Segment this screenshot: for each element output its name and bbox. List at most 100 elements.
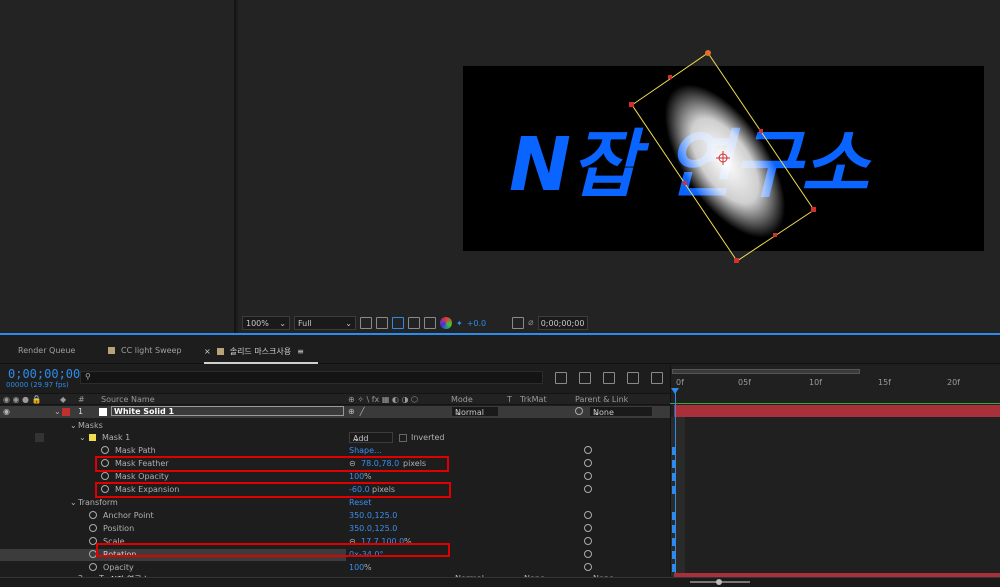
draft-3d-icon[interactable] — [579, 372, 591, 384]
source-name-header[interactable]: Source Name — [101, 395, 155, 404]
mask1-row[interactable]: ⌄ Mask 1 Add ⌄ Inverted — [0, 432, 670, 444]
mode-header[interactable]: Mode — [451, 395, 473, 404]
opacity-value[interactable]: 100 — [349, 563, 364, 572]
ruler-tick: 0f — [676, 378, 684, 387]
layer-duration-bar[interactable] — [674, 405, 1000, 417]
camera-snapshot-icon[interactable] — [512, 317, 525, 329]
resolution-dropdown[interactable]: Full ⌄ — [294, 316, 356, 330]
mask-switch-icon[interactable] — [35, 433, 44, 442]
tab-cc-light-sweep[interactable]: CC light Sweep — [108, 346, 182, 355]
show-snapshot-icon[interactable]: ⌀ — [528, 318, 533, 328]
twirl-down-icon[interactable]: ⌄ — [79, 433, 86, 442]
keyframe-marker[interactable] — [672, 564, 675, 572]
motion-blur-icon[interactable] — [651, 372, 663, 384]
pickwhip-icon[interactable] — [575, 407, 583, 415]
highlight-mask-feather — [95, 456, 449, 472]
pickwhip-icon[interactable] — [584, 563, 592, 571]
pickwhip-icon[interactable] — [584, 472, 592, 480]
zoom-slider-handle[interactable] — [716, 579, 722, 585]
ruler-tick: 20f — [947, 378, 960, 387]
mask-name[interactable]: Mask 1 — [102, 433, 130, 442]
tab-render-queue[interactable]: Render Queue — [18, 346, 75, 355]
layer-row[interactable]: ◉ ⌄ 1 White Solid 1 ⊕ ╱ Normal ⌄ None ⌄ — [0, 406, 670, 418]
project-panel — [0, 0, 236, 333]
current-time-indicator[interactable] — [675, 392, 676, 587]
grid-guides-icon[interactable] — [424, 317, 436, 329]
keyframe-marker[interactable] — [672, 447, 675, 455]
work-area-bar[interactable] — [672, 369, 860, 374]
close-icon[interactable]: × — [204, 347, 211, 356]
twirl-down-icon[interactable]: ⌄ — [70, 498, 77, 507]
keyframe-marker[interactable] — [672, 460, 675, 468]
keyframe-marker[interactable] — [672, 473, 675, 481]
mask-opacity-value[interactable]: 100 — [349, 472, 364, 481]
keyframe-marker[interactable] — [672, 551, 675, 559]
comp-mini-flowchart-icon[interactable] — [555, 372, 567, 384]
viewer-timecode[interactable]: 0;00;00;00 — [537, 316, 588, 330]
active-tab-underline — [204, 362, 318, 364]
visibility-eye-icon[interactable]: ◉ — [3, 407, 10, 416]
twirl-down-icon[interactable]: ⌄ — [70, 421, 77, 430]
keyframe-marker[interactable] — [672, 525, 675, 533]
color-channel-icon[interactable] — [440, 317, 452, 329]
position-row[interactable]: Position 350.0,125.0 — [0, 523, 670, 535]
keyframe-marker[interactable] — [672, 538, 675, 546]
snapshot-icon[interactable] — [360, 317, 372, 329]
pickwhip-icon[interactable] — [584, 537, 592, 545]
trkmat-header[interactable]: TrkMat — [520, 395, 547, 404]
current-time[interactable]: 0;00;00;00 — [8, 367, 80, 381]
keyframe-marker[interactable] — [672, 512, 675, 520]
layer-mode-dropdown[interactable]: Normal ⌄ — [451, 406, 499, 417]
highlight-rotation — [96, 543, 450, 557]
pickwhip-icon[interactable] — [584, 511, 592, 519]
stopwatch-icon[interactable] — [89, 563, 97, 571]
zoom-dropdown[interactable]: 100% ⌄ — [242, 316, 290, 330]
stopwatch-icon[interactable] — [101, 472, 109, 480]
pickwhip-icon[interactable] — [584, 459, 592, 467]
menu-icon[interactable]: ≡ — [297, 347, 304, 356]
ruler-tick: 05f — [738, 378, 751, 387]
exposure-value[interactable]: +0.0 — [467, 319, 486, 328]
pickwhip-icon[interactable] — [584, 524, 592, 532]
region-of-interest-icon[interactable] — [408, 317, 420, 329]
layer-search-input[interactable]: ⚲ — [80, 371, 543, 384]
mask-mode-dropdown[interactable]: Add ⌄ — [349, 432, 393, 443]
stopwatch-icon[interactable] — [101, 446, 109, 454]
anchor-point-value[interactable]: 350.0,125.0 — [349, 511, 397, 520]
t-header[interactable]: T — [507, 395, 512, 404]
time-ruler[interactable]: 0f 05f 10f 15f 20f — [670, 377, 1000, 391]
property-label: Mask Opacity — [115, 472, 169, 481]
pickwhip-icon[interactable] — [584, 550, 592, 558]
frame-rate: 00000 (29.97 fps) — [6, 381, 69, 389]
comp-icon — [216, 348, 224, 355]
layer-switch-icons[interactable]: ⊕ ╱ — [348, 407, 365, 416]
parent-dropdown[interactable]: None ⌄ — [589, 406, 653, 417]
unit-label: % — [364, 472, 372, 481]
label-color-chip[interactable] — [62, 408, 70, 416]
twirl-down-icon[interactable]: ⌄ — [54, 407, 61, 416]
mask-path-value[interactable]: Shape... — [349, 446, 382, 455]
mask-visibility-icon[interactable] — [392, 317, 404, 329]
position-value[interactable]: 350.0,125.0 — [349, 524, 397, 533]
frame-blending-icon[interactable] — [627, 372, 639, 384]
transparency-grid-icon[interactable] — [376, 317, 388, 329]
property-label: Anchor Point — [103, 511, 154, 520]
layer-name[interactable]: White Solid 1 — [111, 406, 344, 416]
stopwatch-icon[interactable] — [89, 524, 97, 532]
shy-layers-icon[interactable] — [603, 372, 615, 384]
parent-link-header[interactable]: Parent & Link — [575, 395, 628, 404]
keyframe-marker[interactable] — [672, 486, 675, 494]
stopwatch-icon[interactable] — [89, 511, 97, 519]
composition-canvas[interactable]: N잡 연구소 — [463, 66, 984, 251]
masks-group[interactable]: ⌄ Masks — [0, 420, 670, 432]
timeline-track-area[interactable] — [670, 365, 1000, 587]
pickwhip-icon[interactable] — [584, 485, 592, 493]
exposure-icon[interactable]: ✦ — [456, 319, 463, 328]
inverted-checkbox[interactable] — [399, 434, 407, 442]
transform-group[interactable]: ⌄ Transform Reset — [0, 497, 670, 509]
pickwhip-icon[interactable] — [584, 446, 592, 454]
mask-color-chip[interactable] — [89, 434, 96, 441]
tab-active-comp[interactable]: × 솔리드 마스크사용 ≡ — [204, 346, 304, 357]
anchor-point-row[interactable]: Anchor Point 350.0,125.0 — [0, 510, 670, 522]
reset-link[interactable]: Reset — [349, 498, 371, 507]
